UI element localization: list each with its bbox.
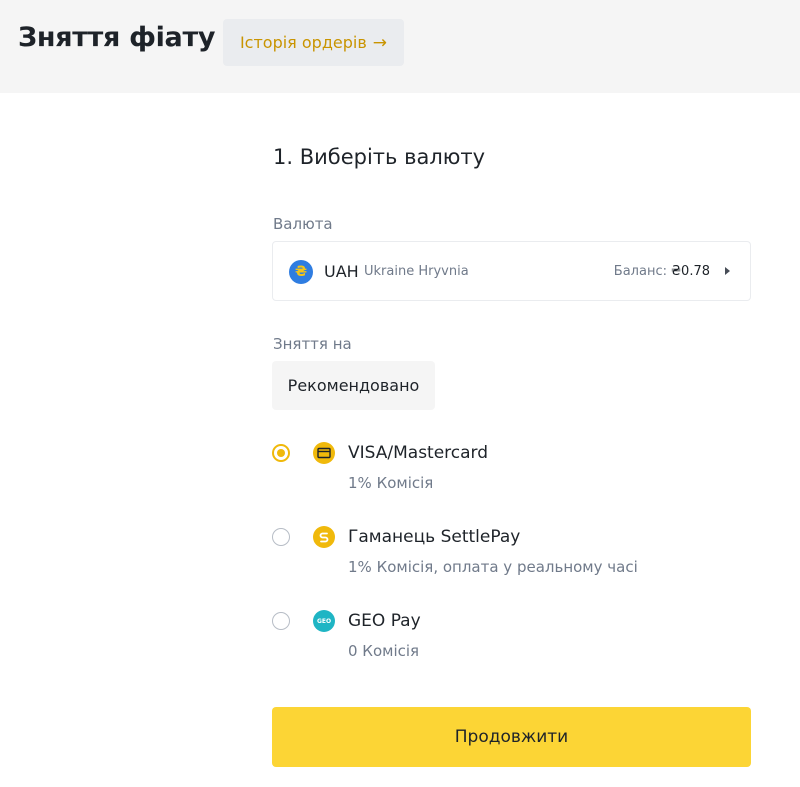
step-title: 1. Виберіть валюту [273, 145, 486, 169]
method-option-visa-mastercard[interactable]: VISA/Mastercard 1% Комісія [272, 442, 749, 502]
method-fee: 0 Комісія [348, 642, 420, 660]
page-header: Зняття фіату Історія ордерів → [0, 0, 800, 93]
withdraw-to-label: Зняття на [273, 335, 352, 353]
page-title: Зняття фіату [18, 22, 216, 53]
caret-right-icon [725, 267, 730, 275]
order-history-label: Історія ордерів [239, 33, 367, 52]
continue-button[interactable]: Продовжити [272, 707, 751, 767]
balance-label: Баланс: [613, 264, 667, 279]
currency-name: Ukraine Hryvnia [364, 264, 469, 279]
currency-code: UAH [324, 262, 359, 281]
method-fee: 1% Комісія, оплата у реальному часі [348, 558, 638, 576]
settlepay-icon [313, 526, 335, 548]
method-name: VISA/Mastercard [348, 443, 489, 463]
currency-select[interactable]: ₴ UAH Ukraine Hryvnia Баланс: ₴0.78 [272, 241, 751, 301]
method-fee: 1% Комісія [348, 474, 434, 492]
method-name: Гаманець SettlePay [348, 527, 521, 547]
radio-selected[interactable] [272, 444, 290, 462]
uah-coin-icon: ₴ [289, 260, 313, 284]
method-option-settlepay[interactable]: Гаманець SettlePay 1% Комісія, оплата у … [272, 526, 749, 586]
tab-recommended[interactable]: Рекомендовано [272, 361, 435, 410]
radio-unselected[interactable] [272, 612, 290, 630]
balance: Баланс: ₴0.78 [614, 264, 710, 279]
balance-value: ₴0.78 [670, 264, 710, 279]
method-option-geo-pay[interactable]: GEO GEO Pay 0 Комісія [272, 610, 749, 670]
geopay-icon: GEO [313, 610, 335, 632]
arrow-right-icon: → [372, 32, 388, 53]
method-name: GEO Pay [348, 611, 421, 631]
radio-unselected[interactable] [272, 528, 290, 546]
card-icon [313, 442, 335, 464]
order-history-button[interactable]: Історія ордерів → [223, 19, 404, 66]
currency-label: Валюта [273, 215, 333, 233]
